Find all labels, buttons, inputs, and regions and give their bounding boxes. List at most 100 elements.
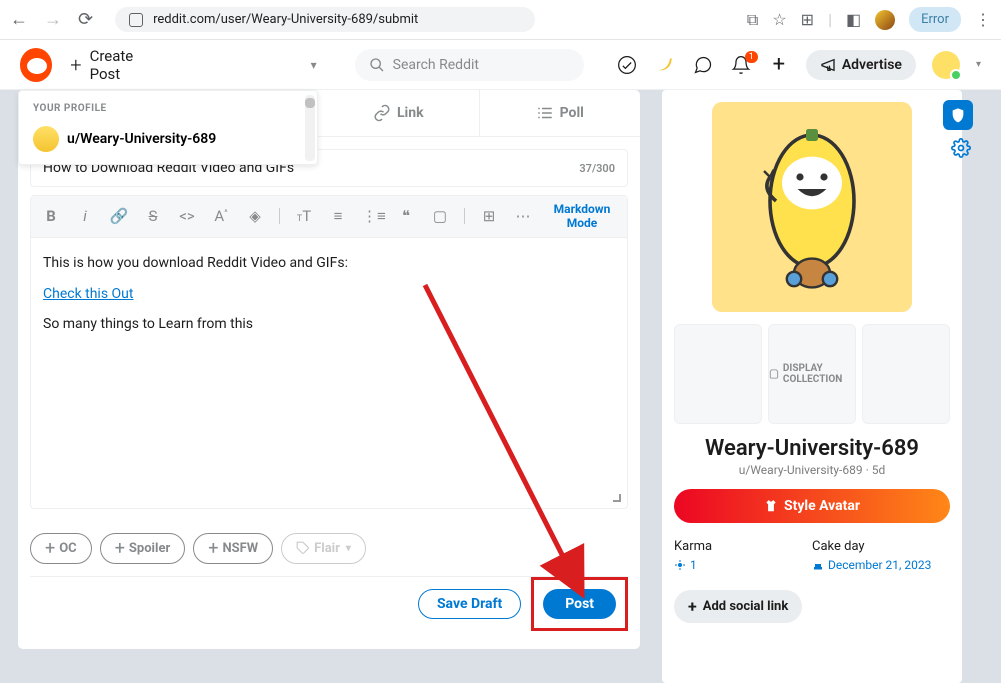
chat-icon[interactable] xyxy=(692,54,714,76)
editor-body[interactable]: This is how you download Reddit Video an… xyxy=(31,238,627,508)
flair-button[interactable]: Flair ▾ xyxy=(281,533,366,564)
body-link[interactable]: Check this Out xyxy=(43,286,133,302)
collection-slot[interactable] xyxy=(862,324,950,424)
gear-icon xyxy=(951,138,971,158)
nsfw-tag-button[interactable]: +NSFW xyxy=(193,533,273,564)
shield-icon xyxy=(950,107,966,123)
codeblock-button[interactable]: ▢ xyxy=(430,207,450,225)
url-text: reddit.com/user/Weary-University-689/sub… xyxy=(153,12,418,27)
bullet-list-button[interactable]: ≡ xyxy=(328,207,348,225)
post-form: Link Poll How to Download Reddit Video a… xyxy=(18,90,640,649)
spoiler-tag-button[interactable]: +Spoiler xyxy=(100,533,186,564)
spoiler-button[interactable]: ◈ xyxy=(245,207,265,225)
user-avatar[interactable] xyxy=(932,51,960,79)
dropdown-item-profile[interactable]: u/Weary-University-689 xyxy=(25,120,311,158)
shirt-icon xyxy=(764,499,778,513)
settings-button[interactable] xyxy=(951,138,971,163)
bold-button[interactable]: B xyxy=(41,207,61,225)
poll-icon xyxy=(536,104,554,122)
post-button-highlight: Post xyxy=(531,577,628,631)
reload-button[interactable]: ⟳ xyxy=(78,9,93,30)
forward-button[interactable]: → xyxy=(44,9,62,30)
editor: B i 🔗 S <> A^ ◈ TT ≡ ⋮≡ ❝ ▢ ⊞ xyxy=(30,195,628,509)
chevron-down-icon[interactable]: ▾ xyxy=(311,58,317,72)
inlinecode-button[interactable]: <> xyxy=(177,207,197,225)
title-counter: 37/300 xyxy=(579,162,615,175)
user-menu-chevron[interactable]: ▾ xyxy=(976,59,981,70)
back-button[interactable]: ← xyxy=(10,9,28,30)
plus-icon: + xyxy=(688,597,697,616)
reddit-logo[interactable] xyxy=(20,48,52,82)
menu-icon[interactable]: ⋮ xyxy=(975,10,991,29)
post-button[interactable]: Post xyxy=(543,589,616,619)
number-list-button[interactable]: ⋮≡ xyxy=(362,207,382,225)
username-handle: u/Weary-University-689 · 5d xyxy=(739,463,885,477)
advertise-button[interactable]: Advertise xyxy=(806,50,916,80)
markdown-toggle[interactable]: Markdown Mode xyxy=(547,202,617,231)
table-button[interactable]: ⊞ xyxy=(479,207,499,225)
profile-avatar[interactable] xyxy=(875,10,895,30)
heading-button[interactable]: TT xyxy=(294,207,314,225)
tab-poll[interactable]: Poll xyxy=(480,90,641,136)
action-buttons: Save Draft Post xyxy=(18,577,640,649)
style-avatar-button[interactable]: Style Avatar xyxy=(674,489,950,523)
browser-nav: ← → ⟳ xyxy=(10,9,93,30)
create-post-label: Create Post xyxy=(90,47,163,83)
site-info-icon[interactable] xyxy=(129,13,143,27)
bookmark-icon[interactable]: ☆ xyxy=(772,10,786,29)
collection-row: DISPLAY COLLECTION xyxy=(674,324,950,424)
cake-icon xyxy=(812,559,824,571)
strike-button[interactable]: S xyxy=(143,207,163,225)
display-collection-button[interactable]: DISPLAY COLLECTION xyxy=(768,324,856,424)
tag-icon xyxy=(296,541,310,555)
tab-link[interactable]: Link xyxy=(318,90,480,136)
editor-toolbar: B i 🔗 S <> A^ ◈ TT ≡ ⋮≡ ❝ ▢ ⊞ xyxy=(31,196,627,238)
install-icon[interactable]: ⧉ xyxy=(747,10,758,30)
body-line-1: This is how you download Reddit Video an… xyxy=(43,248,615,279)
dropdown-item-label: u/Weary-University-689 xyxy=(67,131,216,147)
italic-button[interactable]: i xyxy=(75,207,95,225)
create-post-nav[interactable]: + Create Post xyxy=(70,47,162,83)
avatar-icon xyxy=(33,126,59,152)
notification-icon[interactable]: 1 xyxy=(730,54,752,76)
banana-avatar-icon xyxy=(737,117,887,297)
more-button[interactable]: ⋯ xyxy=(513,207,533,225)
add-social-link-button[interactable]: + Add social link xyxy=(674,590,802,623)
mod-shield-button[interactable] xyxy=(943,100,973,130)
karma-icon xyxy=(674,559,686,571)
oc-tag-button[interactable]: +OC xyxy=(30,533,92,564)
error-badge[interactable]: Error xyxy=(909,7,961,32)
sidepanel-icon[interactable]: ◧ xyxy=(846,10,861,29)
dropdown-section-label: YOUR PROFILE xyxy=(25,97,311,120)
search-input[interactable]: Search Reddit xyxy=(355,49,584,81)
address-bar[interactable]: reddit.com/user/Weary-University-689/sub… xyxy=(115,7,535,32)
karma-value: 1 xyxy=(674,558,812,572)
save-draft-button[interactable]: Save Draft xyxy=(418,589,521,619)
karma-label: Karma xyxy=(674,539,812,554)
cakeday-value: December 21, 2023 xyxy=(812,558,950,572)
reddit-header: + Create Post ▾ Search Reddit 1 + Advert… xyxy=(0,40,1001,90)
search-icon xyxy=(369,57,385,73)
header-icons: 1 + Advertise ▾ xyxy=(616,50,981,80)
dropdown-scrollbar[interactable] xyxy=(305,95,315,161)
superscript-button[interactable]: A^ xyxy=(211,207,231,225)
link-button[interactable]: 🔗 xyxy=(109,207,129,225)
link-icon xyxy=(373,104,391,122)
resize-handle[interactable] xyxy=(613,494,623,504)
username-display: Weary-University-689 xyxy=(705,436,919,461)
megaphone-icon xyxy=(820,57,836,73)
profile-sidebar: DISPLAY COLLECTION Weary-University-689 … xyxy=(662,90,962,683)
notif-count: 1 xyxy=(745,51,758,63)
popular-icon[interactable] xyxy=(616,54,638,76)
avatar-card xyxy=(712,102,912,312)
plus-icon: + xyxy=(70,53,81,77)
search-placeholder: Search Reddit xyxy=(393,57,479,73)
quote-button[interactable]: ❝ xyxy=(396,207,416,225)
body-line-3: So many things to Learn from this xyxy=(43,309,615,340)
collection-slot[interactable] xyxy=(674,324,762,424)
banana-icon[interactable] xyxy=(654,54,676,76)
flair-row: +OC +Spoiler +NSFW Flair ▾ xyxy=(18,521,640,576)
create-icon[interactable]: + xyxy=(768,54,790,76)
extensions-icon[interactable]: ⊞ xyxy=(801,10,814,29)
community-dropdown[interactable]: YOUR PROFILE u/Weary-University-689 xyxy=(18,90,318,165)
